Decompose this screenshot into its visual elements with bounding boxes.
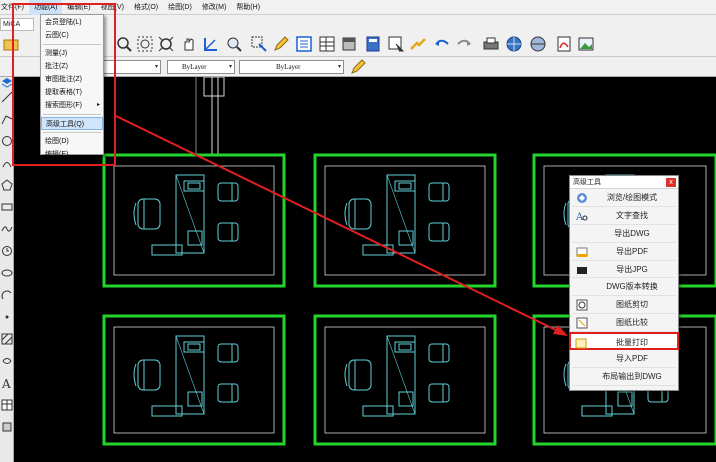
panel-item[interactable]: 图纸剪切 [572, 296, 676, 315]
print-icon[interactable] [482, 35, 500, 53]
hatch-icon[interactable] [1, 333, 13, 345]
annotate-pencil-icon[interactable] [272, 35, 290, 53]
panel-item-label: 导出DWG [614, 228, 650, 238]
panel-item-label: 导入PDF [616, 354, 648, 364]
panel-item[interactable]: 布局输出到DWG [572, 368, 676, 386]
import-pdf-icon [576, 353, 588, 365]
export-jpg-icon [576, 264, 588, 276]
zoom-all-icon[interactable] [157, 35, 175, 53]
menu-modify[interactable]: 修改(M) [197, 0, 232, 15]
panel-item-label: 浏览/绘图模式 [606, 193, 658, 202]
pdf-icon[interactable] [555, 35, 573, 53]
spline-icon[interactable] [1, 223, 13, 235]
panel-item-label: 布局输出到DWG [602, 371, 662, 381]
web-icon[interactable] [529, 35, 547, 53]
batch-print-icon [575, 337, 587, 349]
measure-icon[interactable] [250, 35, 268, 53]
color-combo[interactable]: ByLayer ▾ [167, 60, 235, 74]
insert-icon[interactable] [387, 35, 405, 53]
ellipse-icon[interactable] [1, 267, 13, 279]
panel-item[interactable]: DWG版本转换 [572, 278, 676, 297]
panel-title: 高级工具 [570, 176, 678, 189]
undo-icon[interactable] [433, 35, 451, 53]
panel-item-label: 文字查找 [616, 210, 648, 220]
match-pencil-icon[interactable] [349, 58, 367, 76]
image-icon[interactable] [577, 35, 595, 53]
menu-draw[interactable]: 绘图(D) [163, 0, 197, 15]
linetype-combo-value: ByLayer [276, 63, 301, 71]
match-properties-icon[interactable] [409, 35, 427, 53]
panel-item[interactable]: 浏览/绘图模式 [572, 189, 676, 207]
layout-export-icon [576, 371, 588, 383]
panel-item-label: 图纸剪切 [616, 300, 648, 310]
color-combo-value: ByLayer [182, 63, 207, 71]
linetype-combo[interactable]: ByLayer ▾ [239, 60, 344, 74]
globe-icon[interactable] [505, 35, 523, 53]
layer-table-icon[interactable] [318, 35, 336, 53]
zoom-extents-icon[interactable] [136, 35, 154, 53]
block-insert-icon[interactable] [1, 421, 13, 433]
block-icon[interactable] [340, 35, 358, 53]
advanced-tools-panel: 高级工具 x 浏览/绘图模式 A 文字查找导出DWG 导出PDF 导出JPG DWG版本转… [569, 175, 679, 391]
panel-item[interactable]: 导入PDF [572, 350, 676, 368]
version-convert-icon [576, 281, 588, 293]
polygon-icon[interactable] [1, 179, 13, 191]
pan-hand-icon[interactable] [180, 35, 198, 53]
redo-icon[interactable] [455, 35, 473, 53]
drawing-clip-icon [576, 299, 588, 311]
highlight-box [12, 3, 116, 166]
menu-help[interactable]: 帮助(H) [231, 0, 265, 15]
menu-format[interactable]: 格式(O) [129, 0, 163, 15]
text-search-icon: A [576, 210, 588, 222]
properties-icon[interactable] [295, 35, 313, 53]
region-icon[interactable] [1, 355, 13, 367]
panel-item-label: 导出PDF [616, 246, 648, 256]
zoom-realtime-icon[interactable] [225, 35, 243, 53]
table-icon[interactable] [1, 399, 13, 411]
panel-item[interactable]: A 文字查找 [572, 207, 676, 225]
point-icon[interactable] [1, 311, 13, 323]
mtext-icon[interactable]: A [1, 377, 13, 389]
panel-item[interactable]: 图纸比较 [572, 314, 676, 333]
rectangle-icon[interactable] [1, 201, 13, 213]
browse-mode-icon [576, 192, 588, 204]
panel-item[interactable]: 导出DWG [572, 225, 676, 243]
arc-tool-icon[interactable] [1, 289, 13, 301]
calculator-icon[interactable] [364, 35, 382, 53]
zoom-window-icon[interactable] [115, 35, 133, 53]
export-pdf-icon [576, 246, 588, 258]
coordinate-axis-icon[interactable] [202, 35, 220, 53]
panel-item[interactable]: 导出PDF [572, 243, 676, 261]
clock-icon[interactable] [1, 245, 13, 257]
export-dwg-icon [576, 228, 588, 240]
svg-text:A: A [1, 377, 11, 389]
panel-item-label: DWG版本转换 [606, 282, 658, 292]
panel-item-label: 图纸比较 [616, 318, 648, 328]
panel-item[interactable]: 导出JPG [572, 261, 676, 279]
close-icon[interactable]: x [666, 178, 676, 187]
panel-item[interactable]: 批量打印 [569, 332, 679, 351]
drawing-compare-icon [576, 317, 588, 329]
panel-item-label: 导出JPG [616, 264, 648, 274]
